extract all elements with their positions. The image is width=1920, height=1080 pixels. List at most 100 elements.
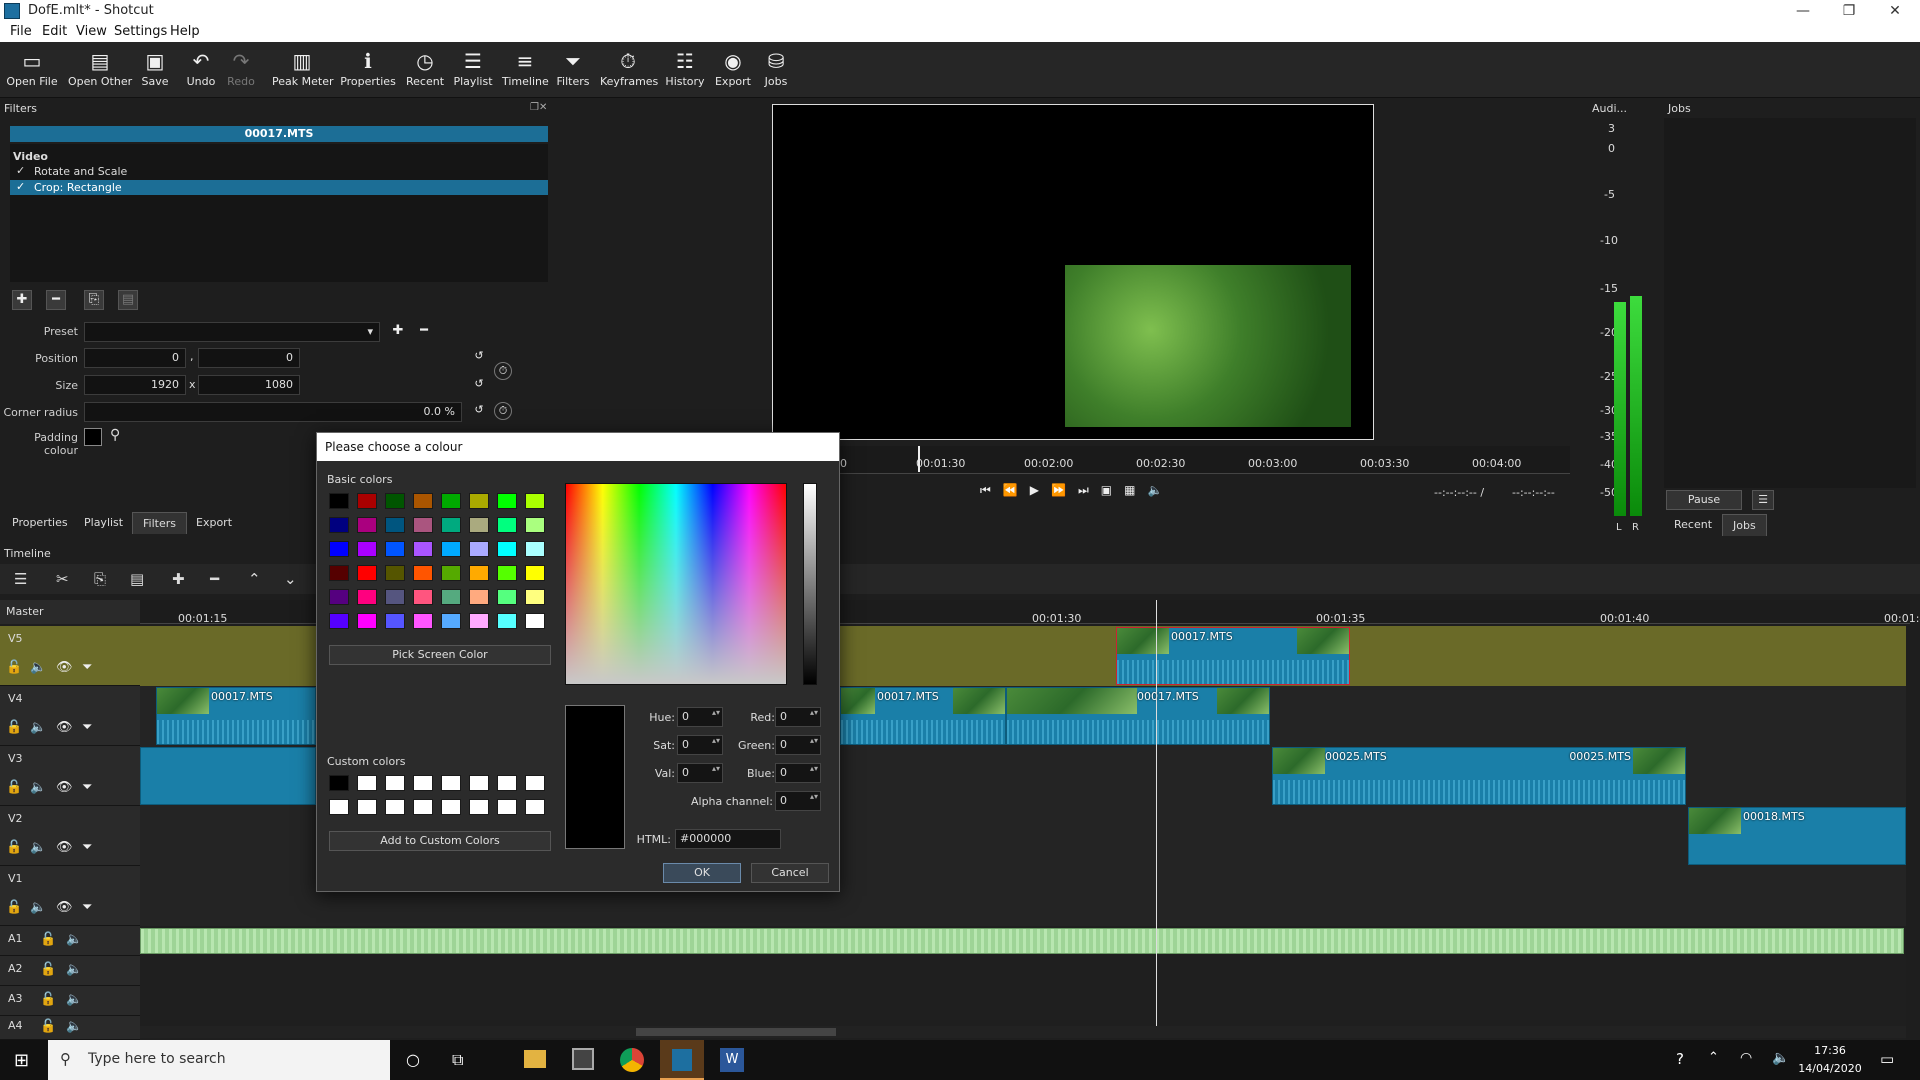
basic-colour-swatch[interactable] [525,541,545,557]
html-colour-input[interactable]: #000000 [675,829,781,849]
basic-colour-swatch[interactable] [413,565,433,581]
mute-icon[interactable]: 🔈 [66,932,82,947]
basic-colour-swatch[interactable] [357,493,377,509]
timeline-button[interactable]: ≡ Timeline [502,48,549,96]
basic-colour-swatch[interactable] [413,493,433,509]
custom-colour-swatch[interactable] [469,799,489,815]
file-explorer-icon[interactable] [524,1050,546,1068]
properties-button[interactable]: ℹ Properties [340,48,396,96]
eyedropper-icon[interactable]: ⚲ [110,427,120,443]
basic-colour-swatch[interactable] [413,613,433,629]
audio-clip-a1[interactable] [140,928,1904,954]
custom-colour-swatch[interactable] [525,775,545,791]
help-icon[interactable]: ? [1676,1050,1684,1068]
tab-filters[interactable]: Filters [132,512,187,534]
custom-colour-swatch[interactable] [329,799,349,815]
track-header-v1[interactable]: V1 🔓 🔈 👁 ⏷ [0,866,140,926]
eye-icon[interactable]: 👁 [56,720,73,735]
basic-colour-swatch[interactable] [469,613,489,629]
basic-colour-swatch[interactable] [525,589,545,605]
skip-previous-icon[interactable]: ⏮ [980,483,1003,497]
history-button[interactable]: ☷ History [664,48,706,96]
lock-icon[interactable]: 🔓 [40,962,56,977]
track-header-a3[interactable]: A3 🔓 🔈 [0,986,140,1016]
track-header-a4[interactable]: A4 🔓 🔈 [0,1016,140,1040]
eye-icon[interactable]: 👁 [56,900,73,915]
menu-help[interactable]: Help [170,24,200,39]
track-header-v2[interactable]: V2 🔓 🔈 👁 ⏷ [0,806,140,866]
clip[interactable] [140,747,316,805]
basic-colour-swatch[interactable] [497,517,517,533]
custom-colour-swatch[interactable] [413,775,433,791]
basic-colour-swatch[interactable] [469,541,489,557]
custom-colour-swatch[interactable] [413,799,433,815]
store-icon[interactable] [572,1048,594,1070]
value-spinbox[interactable]: 0 [677,763,723,783]
tab-recent[interactable]: Recent [1664,514,1722,536]
menu-edit[interactable]: Edit [42,24,67,39]
wifi-icon[interactable]: ◠ [1740,1050,1752,1066]
basic-colour-swatch[interactable] [413,517,433,533]
open-other-button[interactable]: ▤ Open Other [68,48,132,96]
mute-icon[interactable]: 🔈 [30,900,46,915]
lock-icon[interactable]: 🔓 [6,720,22,735]
filters-button[interactable]: ⏷ Filters [556,48,590,96]
basic-colour-swatch[interactable] [469,493,489,509]
reset-icon[interactable]: ↺ [470,348,488,366]
basic-colour-swatch[interactable] [357,589,377,605]
alpha-spinbox[interactable]: 0 [775,791,821,811]
tab-properties[interactable]: Properties [2,512,78,534]
grid-icon[interactable]: ▦ [1124,483,1147,497]
basic-colour-swatch[interactable] [329,541,349,557]
basic-colour-swatch[interactable] [357,613,377,629]
zoom-icon[interactable]: ▣ [1101,483,1124,497]
composite-icon[interactable]: ⏷ [82,780,92,795]
clip[interactable]: 00018.MTS [1688,807,1906,865]
paste-filter-button[interactable]: ▤ [118,290,138,310]
undo-button[interactable]: ↶ Undo [184,48,218,96]
basic-colour-swatch[interactable] [357,565,377,581]
check-icon[interactable]: ✓ [16,164,25,177]
remove-icon[interactable]: ━ [210,570,219,588]
padding-colour-swatch[interactable] [84,428,102,446]
track-header-a2[interactable]: A2 🔓 🔈 [0,956,140,986]
paste-icon[interactable]: ▤ [130,570,144,588]
lock-icon[interactable]: 🔓 [6,780,22,795]
copy-filter-button[interactable]: ⎘ [84,290,104,310]
clip[interactable]: 00017.MTS [1116,627,1350,685]
value-slider[interactable] [803,483,817,685]
position-y-input[interactable]: 0 [198,348,300,368]
volume-icon[interactable]: 🔈 [1772,1050,1789,1066]
preset-dropdown[interactable]: ▾ [84,322,380,342]
word-icon[interactable]: W [720,1048,744,1072]
basic-colour-swatch[interactable] [469,589,489,605]
basic-colour-swatch[interactable] [357,541,377,557]
shotcut-taskbar-icon[interactable] [660,1040,704,1080]
basic-colour-swatch[interactable] [525,565,545,581]
basic-colour-swatch[interactable] [469,517,489,533]
timecode-position[interactable]: --:--:--:-- / [1434,486,1484,499]
basic-colour-swatch[interactable] [441,565,461,581]
mute-icon[interactable]: 🔈 [66,962,82,977]
composite-icon[interactable]: ⏷ [82,660,92,675]
basic-colour-swatch[interactable] [497,589,517,605]
green-spinbox[interactable]: 0 [775,735,821,755]
basic-colour-swatch[interactable] [385,565,405,581]
clock-time[interactable]: 17:36 [1804,1044,1856,1057]
basic-colour-swatch[interactable] [525,613,545,629]
player-ruler[interactable]: 0 00:01:30 00:02:00 00:02:30 00:03:00 00… [840,446,1570,474]
hue-spinbox[interactable]: 0 [677,707,723,727]
custom-colour-swatch[interactable] [441,799,461,815]
taskbar-search[interactable]: ⚲ Type here to search [48,1040,390,1080]
basic-colour-swatch[interactable] [525,493,545,509]
jobs-menu-icon[interactable]: ☰ [1752,490,1774,510]
tab-playlist[interactable]: Playlist [74,512,133,534]
tab-export[interactable]: Export [186,512,242,534]
custom-colour-swatch[interactable] [357,799,377,815]
skip-next-icon[interactable]: ⏭ [1078,483,1101,497]
basic-colour-swatch[interactable] [441,493,461,509]
composite-icon[interactable]: ⏷ [82,840,92,855]
mute-icon[interactable]: 🔈 [66,992,82,1007]
tab-jobs[interactable]: Jobs [1722,514,1767,536]
basic-colour-swatch[interactable] [385,493,405,509]
